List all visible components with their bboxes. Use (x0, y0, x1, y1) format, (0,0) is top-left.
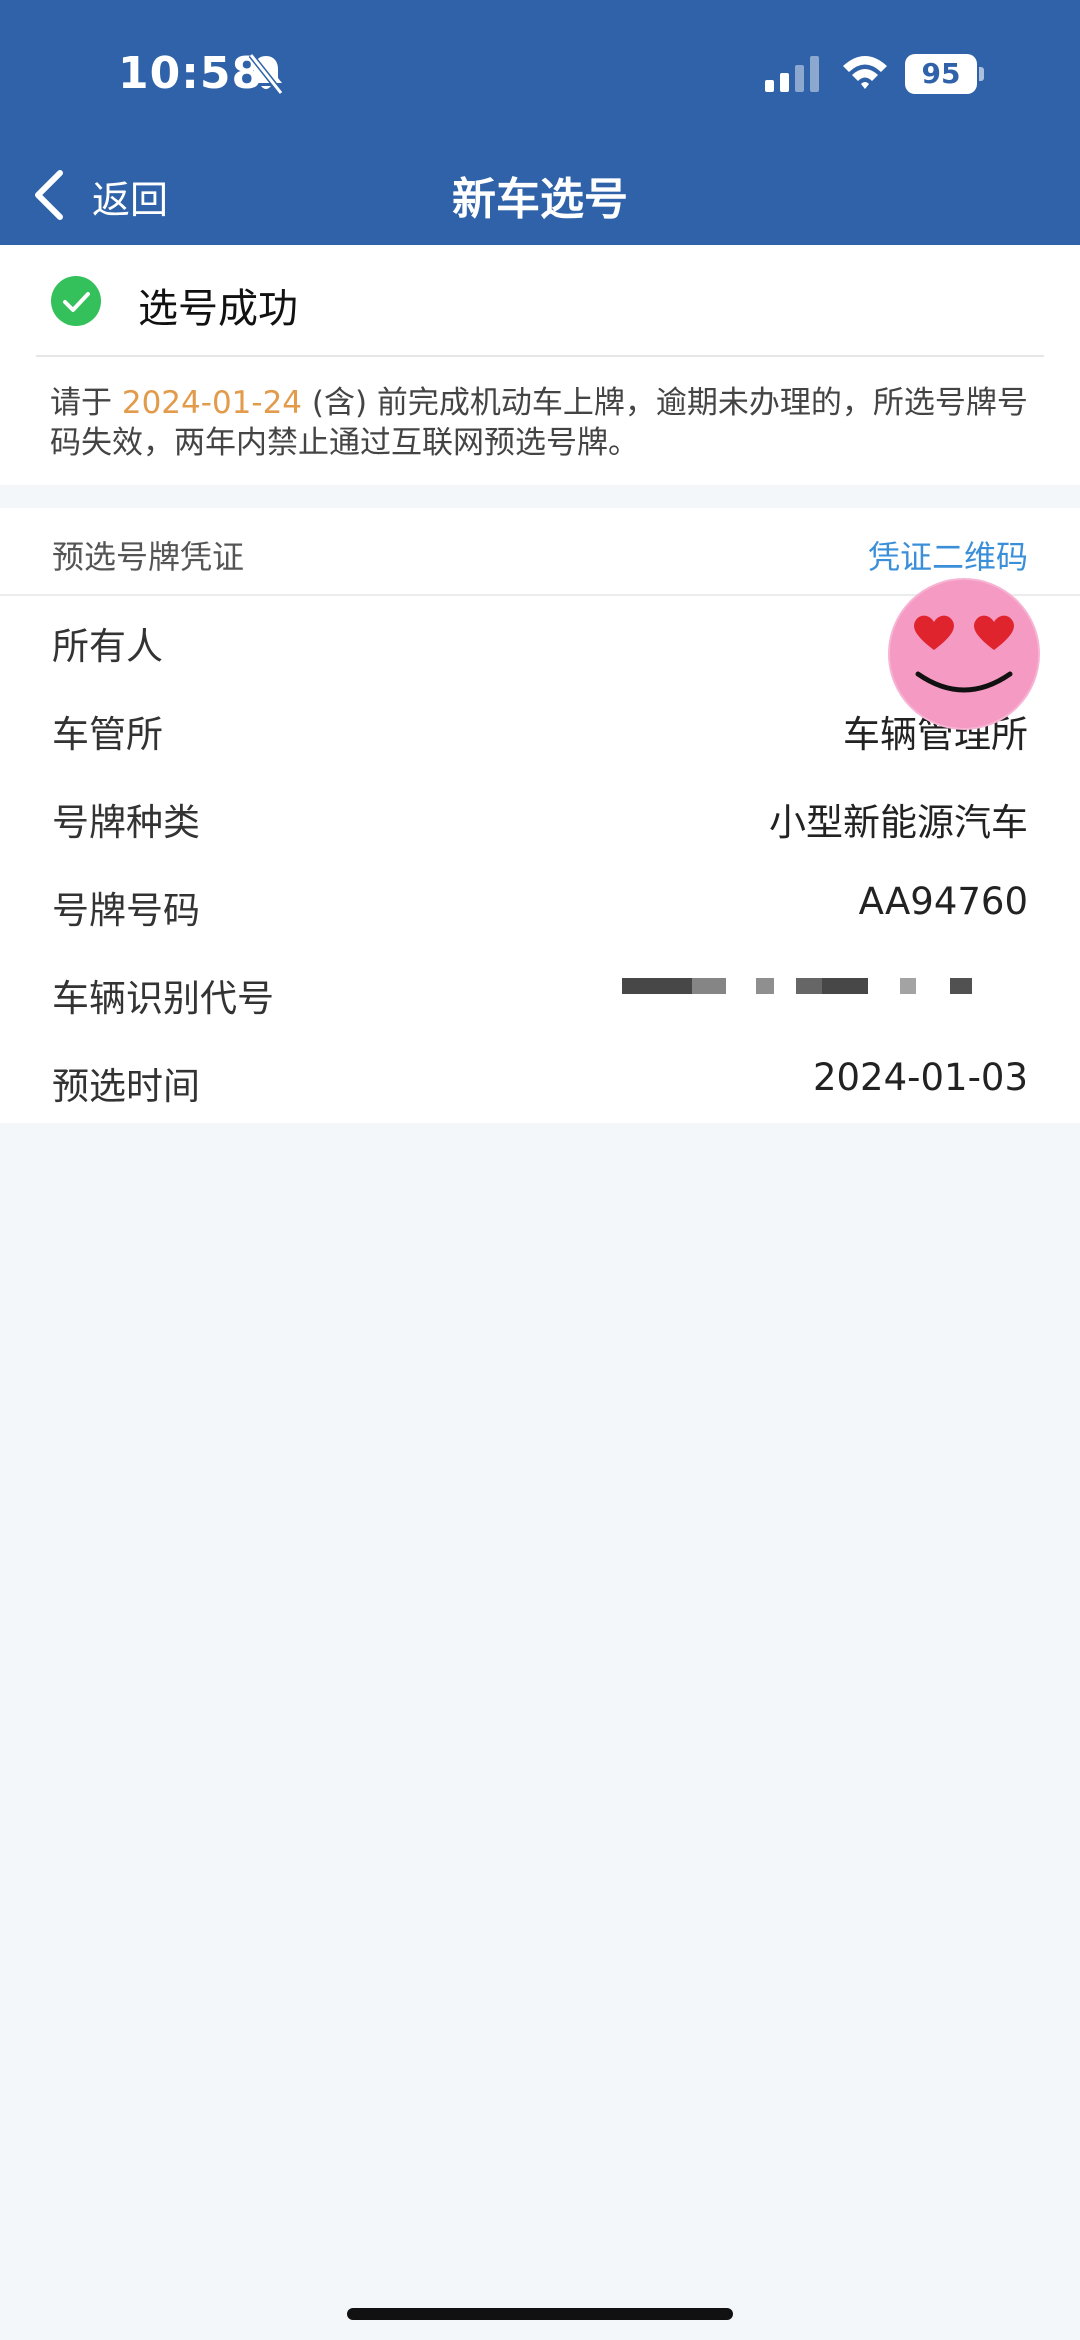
row-label: 号牌号码 (52, 889, 200, 932)
row-label: 车辆识别代号 (52, 977, 274, 1020)
voucher-qr-code-link[interactable]: 凭证二维码 (868, 532, 1028, 578)
row-vin: 车辆识别代号 (0, 948, 1080, 1036)
heart-eyes-emoji-sticker (888, 578, 1040, 730)
divider (36, 355, 1044, 357)
row-label: 号牌种类 (52, 801, 200, 844)
row-value: 小型新能源汽车 (769, 801, 1028, 844)
deadline-date: 2024-01-24 (121, 385, 303, 421)
vin-redacted-blur (620, 978, 990, 1006)
bell-slash-icon (248, 53, 284, 95)
row-plate-number: 号牌号码 AA94760 (0, 860, 1080, 948)
row-plate-type: 号牌种类 小型新能源汽车 (0, 772, 1080, 860)
row-label: 所有人 (52, 625, 163, 668)
check-circle-icon (51, 276, 101, 326)
success-message: 选号成功 (138, 286, 298, 332)
page-title: 新车选号 (452, 174, 628, 225)
voucher-title: 预选号牌凭证 (52, 538, 245, 576)
deadline-notice: 请于 2024-01-24 (含) 前完成机动车上牌，逾期未办理的，所选号牌号码… (50, 383, 1040, 463)
row-label: 车管所 (52, 713, 163, 756)
status-bar: 10:58 95 (0, 0, 1080, 145)
battery-level: 95 (905, 54, 977, 94)
row-selection-date: 预选时间 2024-01-03 (0, 1036, 1080, 1124)
success-card: 选号成功 请于 2024-01-24 (含) 前完成机动车上牌，逾期未办理的，所… (0, 245, 1080, 485)
wifi-icon (843, 56, 887, 89)
app-header: 10:58 95 返回 新车选号 (0, 0, 1080, 245)
battery-tip (979, 67, 984, 81)
nav-bar: 返回 新车选号 (0, 145, 1080, 245)
row-value: 2024-01-03 (812, 1056, 1028, 1099)
row-label: 预选时间 (52, 1065, 200, 1108)
row-value: AA94760 (858, 880, 1028, 923)
status-time: 10:58 (118, 48, 264, 99)
home-indicator[interactable] (347, 2308, 733, 2320)
cellular-signal-icon (765, 56, 819, 92)
notice-prefix: 请于 (50, 385, 122, 421)
battery-indicator: 95 (905, 54, 984, 94)
